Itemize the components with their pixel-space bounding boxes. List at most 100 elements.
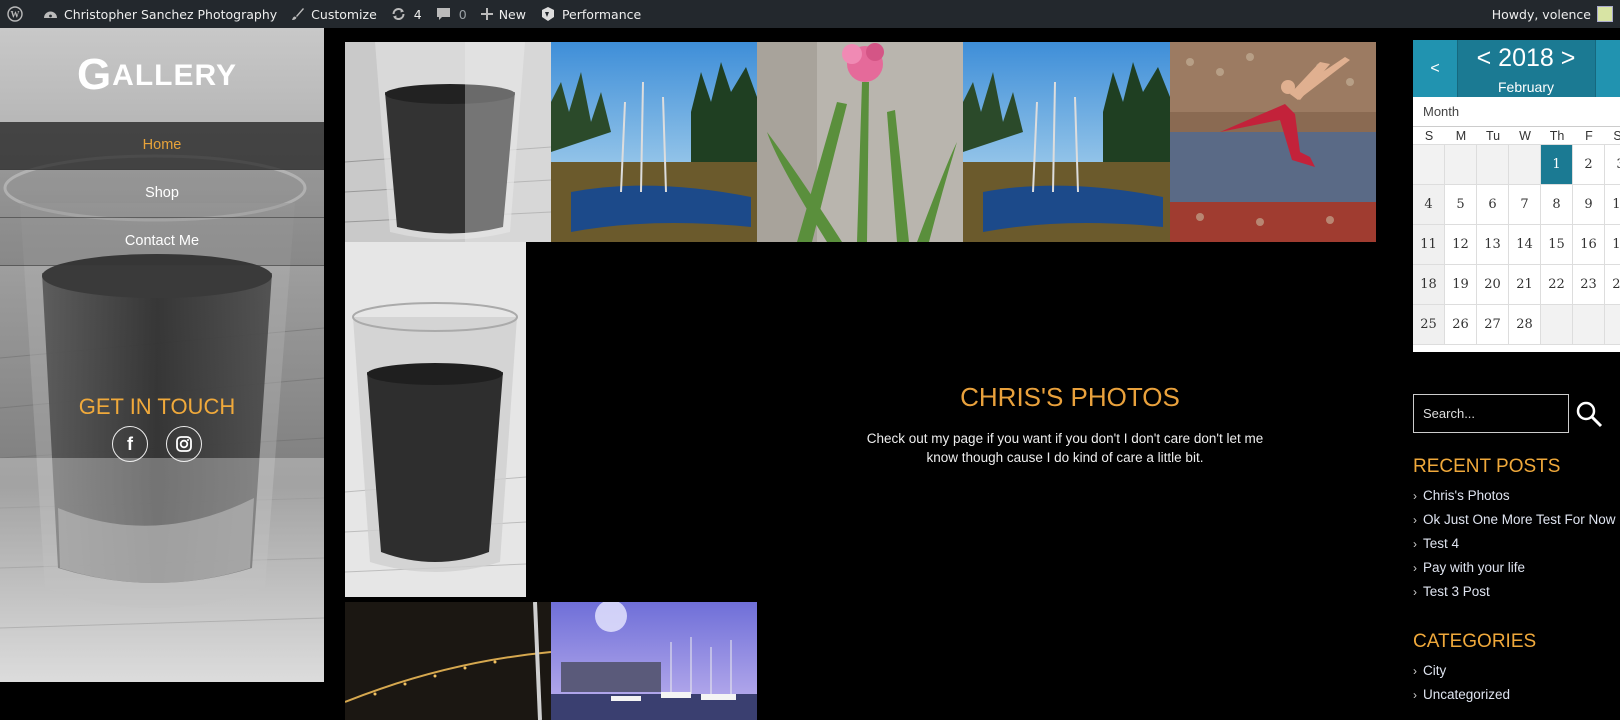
calendar-day[interactable]: 16: [1573, 225, 1605, 265]
gallery-image-bridge[interactable]: [345, 602, 551, 720]
dashboard-icon: [44, 11, 57, 18]
calendar-prev-button[interactable]: <: [1413, 40, 1458, 97]
gallery-image-marina[interactable]: [551, 602, 757, 720]
calendar-next-button[interactable]: [1595, 40, 1620, 97]
recent-post-item[interactable]: › Ok Just One More Test For Now: [1413, 508, 1620, 532]
gallery-image-cup-2[interactable]: [345, 242, 526, 597]
recent-post-link[interactable]: Ok Just One More Test For Now: [1423, 512, 1616, 527]
calendar-day[interactable]: 3: [1605, 145, 1620, 185]
calendar-day[interactable]: 22: [1541, 265, 1573, 305]
calendar-day[interactable]: 4: [1413, 185, 1445, 225]
facebook-link[interactable]: f: [112, 426, 148, 462]
calendar-day[interactable]: 11: [1413, 225, 1445, 265]
calendar-day[interactable]: 2: [1573, 145, 1605, 185]
recent-post-link[interactable]: Pay with your life: [1423, 560, 1525, 575]
gallery-image-swamp-2[interactable]: [963, 42, 1170, 242]
search-input[interactable]: Search...: [1413, 394, 1569, 433]
calendar-day[interactable]: 9: [1573, 185, 1605, 225]
new-label: New: [498, 6, 526, 22]
recent-post-item[interactable]: › Chris's Photos: [1413, 484, 1620, 508]
recent-post-link[interactable]: Test 3 Post: [1423, 584, 1490, 599]
calendar-widget: < < 2018 > February Month SMTuWThFSa1234…: [1413, 40, 1620, 352]
category-item[interactable]: › City: [1413, 659, 1620, 683]
calendar-day[interactable]: 14: [1509, 225, 1541, 265]
site-logo[interactable]: GALLERY: [0, 50, 314, 100]
category-link[interactable]: City: [1423, 663, 1446, 678]
calendar-year[interactable]: < 2018 >: [1458, 44, 1594, 73]
calendar-day[interactable]: 23: [1573, 265, 1605, 305]
updates-count: 4: [413, 6, 422, 22]
avatar: [1597, 6, 1613, 22]
calendar-day[interactable]: 19: [1445, 265, 1477, 305]
cup-photo: [345, 42, 551, 242]
get-in-touch-heading: GET IN TOUCH: [78, 394, 236, 419]
wordpress-logo-button[interactable]: W: [0, 0, 36, 28]
post-title[interactable]: CHRIS'S PHOTOS: [810, 382, 1330, 413]
calendar-day[interactable]: 28: [1509, 305, 1541, 345]
categories-list: › City › Uncategorized: [1413, 659, 1620, 707]
updates-link[interactable]: 4: [384, 0, 429, 28]
calendar-empty-cell: [1605, 305, 1620, 345]
post-excerpt: Check out my page if you want if you don…: [866, 431, 1264, 465]
gallery-image-cup[interactable]: [345, 42, 551, 242]
my-account-link[interactable]: Howdy, volence: [1485, 0, 1620, 28]
swamp-photo: [551, 42, 757, 242]
comments-count: 0: [458, 6, 467, 22]
calendar-day[interactable]: 26: [1445, 305, 1477, 345]
calendar-view-select[interactable]: Month: [1413, 97, 1620, 127]
nav-item-contact[interactable]: Contact Me: [0, 218, 324, 266]
gallery-image-swamp[interactable]: [551, 42, 757, 242]
calendar-day[interactable]: 18: [1413, 265, 1445, 305]
comment-icon: [436, 8, 450, 20]
marina-photo: [551, 602, 757, 720]
calendar-weekday: S: [1413, 127, 1445, 145]
gallery-image-gymnast[interactable]: [1170, 42, 1376, 242]
category-link[interactable]: Uncategorized: [1423, 687, 1510, 702]
category-item[interactable]: › Uncategorized: [1413, 683, 1620, 707]
nav-item-shop[interactable]: Shop: [0, 170, 324, 218]
calendar-day[interactable]: 1: [1541, 145, 1573, 185]
calendar-weekday: Tu: [1477, 127, 1509, 145]
logo-letter: G: [76, 50, 113, 99]
chevron-right-icon: ›: [1413, 585, 1417, 599]
nav-item-home[interactable]: Home: [0, 122, 324, 170]
calendar-day[interactable]: 20: [1477, 265, 1509, 305]
calendar-day[interactable]: 17: [1605, 225, 1620, 265]
calendar-day[interactable]: 12: [1445, 225, 1477, 265]
calendar-day[interactable]: 27: [1477, 305, 1509, 345]
calendar-empty-cell: [1477, 145, 1509, 185]
calendar-day[interactable]: 10: [1605, 185, 1620, 225]
comments-link[interactable]: 0: [429, 0, 474, 28]
calendar-weekday: W: [1509, 127, 1541, 145]
wordpress-icon: W: [7, 6, 23, 22]
recent-post-item[interactable]: › Pay with your life: [1413, 556, 1620, 580]
calendar-day[interactable]: 5: [1445, 185, 1477, 225]
customize-link[interactable]: Customize: [284, 0, 384, 28]
calendar-day[interactable]: 7: [1509, 185, 1541, 225]
site-name-link[interactable]: Christopher Sanchez Photography: [36, 0, 284, 28]
calendar-day[interactable]: 8: [1541, 185, 1573, 225]
calendar-empty-cell: [1413, 145, 1445, 185]
logo-text: ALLERY: [112, 59, 238, 92]
instagram-icon: [176, 436, 192, 452]
categories-heading: CATEGORIES: [1413, 631, 1537, 652]
recent-post-link[interactable]: Test 4: [1423, 536, 1459, 551]
calendar-day[interactable]: 25: [1413, 305, 1445, 345]
calendar-weekday: F: [1573, 127, 1605, 145]
recent-post-item[interactable]: › Test 3 Post: [1413, 580, 1620, 604]
performance-link[interactable]: Performance: [533, 0, 648, 28]
instagram-link[interactable]: [166, 426, 202, 462]
search-icon[interactable]: [1574, 399, 1604, 429]
calendar-day[interactable]: 6: [1477, 185, 1509, 225]
facebook-icon: f: [127, 433, 133, 454]
calendar-day[interactable]: 21: [1509, 265, 1541, 305]
calendar-day[interactable]: 15: [1541, 225, 1573, 265]
updates-icon: [392, 8, 405, 20]
calendar-day[interactable]: 24: [1605, 265, 1620, 305]
gallery-image-flower[interactable]: [757, 42, 963, 242]
recent-post-item[interactable]: › Test 4: [1413, 532, 1620, 556]
svg-text:W: W: [11, 10, 20, 20]
new-content-link[interactable]: New: [474, 0, 533, 28]
calendar-day[interactable]: 13: [1477, 225, 1509, 265]
recent-post-link[interactable]: Chris's Photos: [1423, 488, 1510, 503]
